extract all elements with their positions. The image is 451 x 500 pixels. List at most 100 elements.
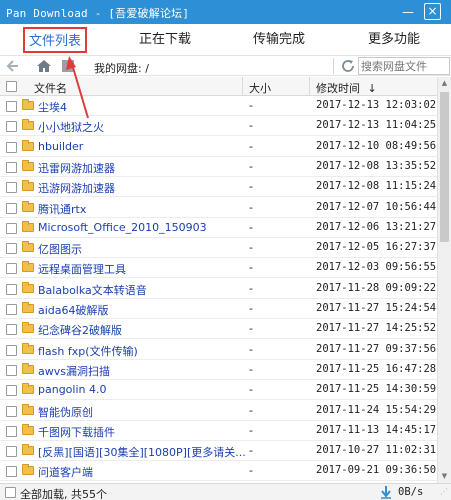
row-checkbox[interactable] (6, 161, 17, 173)
search-input[interactable] (358, 57, 450, 75)
row-checkbox[interactable] (6, 364, 17, 376)
vertical-scrollbar[interactable]: ▲ ▼ (437, 77, 451, 483)
file-size: - (249, 99, 253, 112)
window-title: Pan Download - [吾爱破解论坛] (6, 7, 190, 20)
tab-file-list[interactable]: 文件列表 (23, 27, 87, 53)
table-row[interactable]: 纪念碑谷2破解版 - 2017-11-27 14:25:52 (0, 319, 437, 340)
table-row[interactable]: Balabolka文本转语音 - 2017-11-28 09:09:22 (0, 279, 437, 299)
folder-icon (22, 200, 34, 212)
file-name[interactable]: 迅雷网游加速器 (38, 160, 115, 176)
table-row[interactable]: hbuilder - 2017-12-10 08:49:56 (0, 137, 437, 157)
file-name[interactable]: 千图网下载插件 (38, 424, 115, 440)
column-divider[interactable] (242, 77, 243, 96)
refresh-icon[interactable] (340, 58, 356, 74)
table-row[interactable]: pangolin 4.0 - 2017-11-25 14:30:59 (0, 380, 437, 401)
download-arrow-icon (380, 485, 392, 500)
folder-icon (22, 403, 34, 415)
tab-completed[interactable]: 传输完成 (247, 27, 311, 53)
table-row[interactable]: 腾讯通rtx - 2017-12-07 10:56:44 (0, 198, 437, 218)
scroll-up-icon[interactable]: ▲ (438, 77, 451, 90)
table-row[interactable]: 迅雷网游加速器 - 2017-12-08 13:35:52 (0, 157, 437, 177)
row-checkbox[interactable] (6, 202, 17, 214)
file-name[interactable]: 问道客户端 (38, 464, 93, 480)
file-name[interactable]: 远程桌面管理工具 (38, 261, 126, 277)
select-all-checkbox[interactable] (6, 81, 17, 92)
row-checkbox[interactable] (6, 324, 17, 336)
column-header-time[interactable]: 修改时间 ↓ (316, 80, 377, 96)
close-button[interactable]: × (424, 3, 441, 20)
row-checkbox[interactable] (6, 263, 17, 275)
file-modified-time: 2017-11-27 14:25:52 (316, 322, 437, 335)
stop-icon[interactable] (62, 60, 74, 72)
file-name[interactable]: 迅游网游加速器 (38, 180, 115, 196)
file-name[interactable]: [反黑][国语][30集全][1080P][更多请关... (38, 444, 246, 460)
table-row[interactable]: [反黑][国语][30集全][1080P][更多请关... - 2017-10-27… (0, 441, 437, 462)
file-name[interactable]: flash fxp(文件传输) (38, 343, 138, 359)
file-name[interactable]: pangolin 4.0 (38, 383, 106, 396)
row-checkbox[interactable] (6, 141, 17, 153)
row-checkbox[interactable] (6, 385, 17, 397)
home-icon[interactable] (36, 58, 52, 74)
file-size: - (249, 281, 253, 295)
table-row[interactable]: 千图网下载插件 - 2017-11-13 14:45:17 (0, 421, 437, 441)
column-header-size[interactable]: 大小 (249, 80, 271, 96)
file-modified-time: 2017-12-03 09:56:55 (316, 261, 437, 274)
current-path: 我的网盘: / (94, 62, 149, 75)
row-checkbox[interactable] (6, 304, 17, 315)
table-row[interactable]: aida64破解版 - 2017-11-27 15:24:54 (0, 299, 437, 319)
table-row[interactable]: 尘埃4 - 2017-12-13 12:03:02 (0, 96, 437, 116)
row-checkbox[interactable] (6, 446, 17, 458)
row-checkbox[interactable] (6, 101, 17, 112)
table-row[interactable]: awvs漏洞扫描 - 2017-11-25 16:47:28 (0, 360, 437, 380)
row-checkbox[interactable] (6, 222, 17, 234)
table-row[interactable]: Microsoft_Office_2010_150903 - 2017-12-06 … (0, 218, 437, 238)
file-modified-time: 2017-11-25 14:30:59 (316, 383, 437, 396)
scroll-thumb[interactable] (440, 92, 449, 242)
minimize-button[interactable]: — (399, 3, 417, 21)
file-modified-time: 2017-12-07 10:56:44 (316, 200, 437, 213)
folder-icon (22, 139, 34, 151)
file-name[interactable]: 小小地狱之火 (38, 119, 104, 135)
row-checkbox[interactable] (6, 182, 17, 194)
file-name[interactable]: 亿图图示 (38, 241, 82, 257)
file-name[interactable]: 智能伪原创 (38, 404, 93, 420)
file-name[interactable]: 腾讯通rtx (38, 201, 86, 217)
file-name[interactable]: hbuilder (38, 140, 83, 153)
tab-more-features[interactable]: 更多功能 (362, 27, 426, 53)
file-size: - (249, 423, 253, 437)
title-bar: Pan Download - [吾爱破解论坛] — × (0, 0, 451, 24)
tab-downloading[interactable]: 正在下载 (133, 27, 197, 53)
file-name[interactable]: Microsoft_Office_2010_150903 (38, 221, 207, 234)
file-size: - (249, 241, 253, 255)
file-name[interactable]: aida64破解版 (38, 302, 109, 318)
file-name[interactable]: 尘埃4 (38, 99, 67, 115)
file-name[interactable]: Balabolka文本转语音 (38, 282, 147, 298)
file-size: - (249, 444, 253, 458)
table-row[interactable]: flash fxp(文件传输) - 2017-11-27 09:37:56 (0, 340, 437, 360)
table-row[interactable]: 小小地狱之火 - 2017-12-13 11:04:25 (0, 116, 437, 137)
back-arrow-icon[interactable] (5, 58, 21, 74)
file-name[interactable]: 纪念碑谷2破解版 (38, 322, 122, 338)
file-size: - (249, 464, 253, 478)
row-checkbox[interactable] (6, 243, 17, 255)
file-modified-time: 2017-12-10 08:49:56 (316, 139, 437, 152)
row-checkbox[interactable] (6, 466, 17, 478)
folder-icon (22, 281, 34, 293)
column-divider[interactable] (309, 77, 310, 96)
status-select-all-checkbox[interactable] (5, 487, 16, 498)
table-row[interactable]: 远程桌面管理工具 - 2017-12-03 09:56:55 (0, 258, 437, 279)
row-checkbox[interactable] (6, 425, 17, 437)
row-checkbox[interactable] (6, 405, 17, 417)
resize-grip-icon[interactable]: ⋰ (440, 488, 448, 498)
row-checkbox[interactable] (6, 121, 17, 133)
row-checkbox[interactable] (6, 344, 17, 356)
table-row[interactable]: 迅游网游加速器 - 2017-12-08 11:15:24 (0, 177, 437, 198)
column-header-name[interactable]: 文件名 (34, 80, 67, 96)
table-row[interactable]: 亿图图示 - 2017-12-05 16:27:37 (0, 238, 437, 259)
file-name[interactable]: awvs漏洞扫描 (38, 363, 110, 379)
table-row[interactable]: 问道客户端 - 2017-09-21 09:36:50 (0, 461, 437, 482)
table-row[interactable]: 智能伪原创 - 2017-11-24 15:54:29 (0, 401, 437, 421)
row-checkbox[interactable] (6, 283, 17, 295)
scroll-down-icon[interactable]: ▼ (438, 470, 451, 483)
status-bar: 全部加载, 共55个 0B/s ⋰ (0, 483, 451, 500)
